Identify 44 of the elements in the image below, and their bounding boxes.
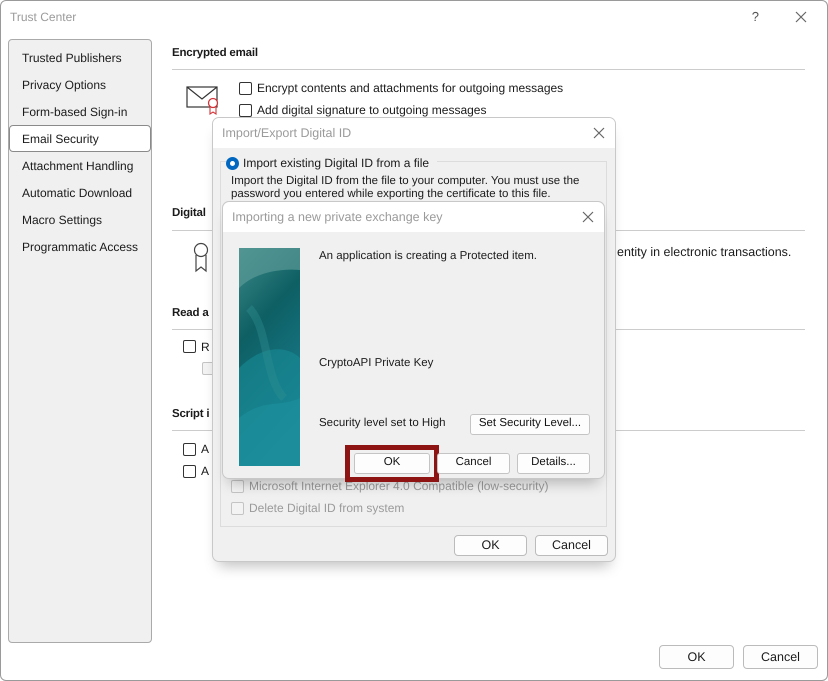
dialog-title: Import/Export Digital ID (222, 124, 352, 142)
cancel-button[interactable]: Cancel (535, 535, 608, 556)
sidebar-item[interactable]: Programmatic Access (9, 233, 151, 260)
checkbox-label: A (201, 441, 210, 458)
checkbox-label: R (201, 338, 210, 356)
checkbox[interactable] (239, 82, 252, 95)
checkbox-label: Delete Digital ID from system (249, 500, 404, 517)
checkbox-label: Microsoft Internet Explorer 4.0 Compatible (low-security) (249, 478, 548, 495)
message-text: An application is creating a Protected item. (319, 249, 538, 264)
set-security-level-button[interactable]: Set Security Level... (470, 414, 590, 434)
help-button[interactable]: ? (748, 10, 763, 23)
item-name-text: CryptoAPI Private Key (319, 356, 434, 372)
checkbox[interactable] (239, 104, 252, 117)
details-button[interactable]: Details... (517, 452, 590, 474)
sidebar-item[interactable]: Macro Settings (9, 206, 151, 233)
section-heading: Encrypted email (172, 45, 805, 70)
radio-label: Import existing Digital ID from a file (243, 155, 430, 172)
checkbox[interactable] (183, 340, 196, 354)
checkbox-label: Add digital signature to outgoing messages (257, 102, 486, 120)
ok-button[interactable]: OK (354, 452, 430, 474)
cancel-button[interactable]: Cancel (437, 452, 510, 474)
description-text: entity in electronic transactions. (617, 244, 792, 261)
close-icon (582, 211, 594, 224)
radio-button[interactable] (226, 156, 239, 170)
sidebar-item[interactable]: Privacy Options (9, 71, 151, 98)
ok-button[interactable]: OK (659, 645, 734, 669)
description-text: Import the Digital ID from the file to your computer. You must use the password you entered while exporting the certificate to this file. (231, 175, 580, 201)
sidebar-item[interactable]: Attachment Handling (9, 152, 151, 179)
close-icon (795, 10, 807, 23)
cancel-button[interactable]: Cancel (743, 645, 818, 669)
checkbox-label: A (201, 463, 210, 480)
close-icon (593, 127, 605, 140)
sidebar-item[interactable]: Form-based Sign-in (9, 98, 151, 125)
sidebar-item[interactable]: Email Security (9, 125, 151, 152)
checkbox[interactable] (183, 464, 196, 478)
security-level-text: Security level set to High (319, 416, 446, 432)
checkbox[interactable] (183, 442, 196, 456)
ribbon-icon (193, 242, 209, 272)
window-title: Trust Center (10, 8, 76, 26)
sidebar-item[interactable]: Automatic Download (9, 179, 151, 206)
dialog-title: Importing a new private exchange key (232, 208, 443, 226)
ok-button[interactable]: OK (454, 535, 527, 556)
checkbox-label: Encrypt contents and attachments for outgoing messages (257, 80, 564, 98)
sidebar-item[interactable]: Trusted Publishers (9, 44, 151, 71)
